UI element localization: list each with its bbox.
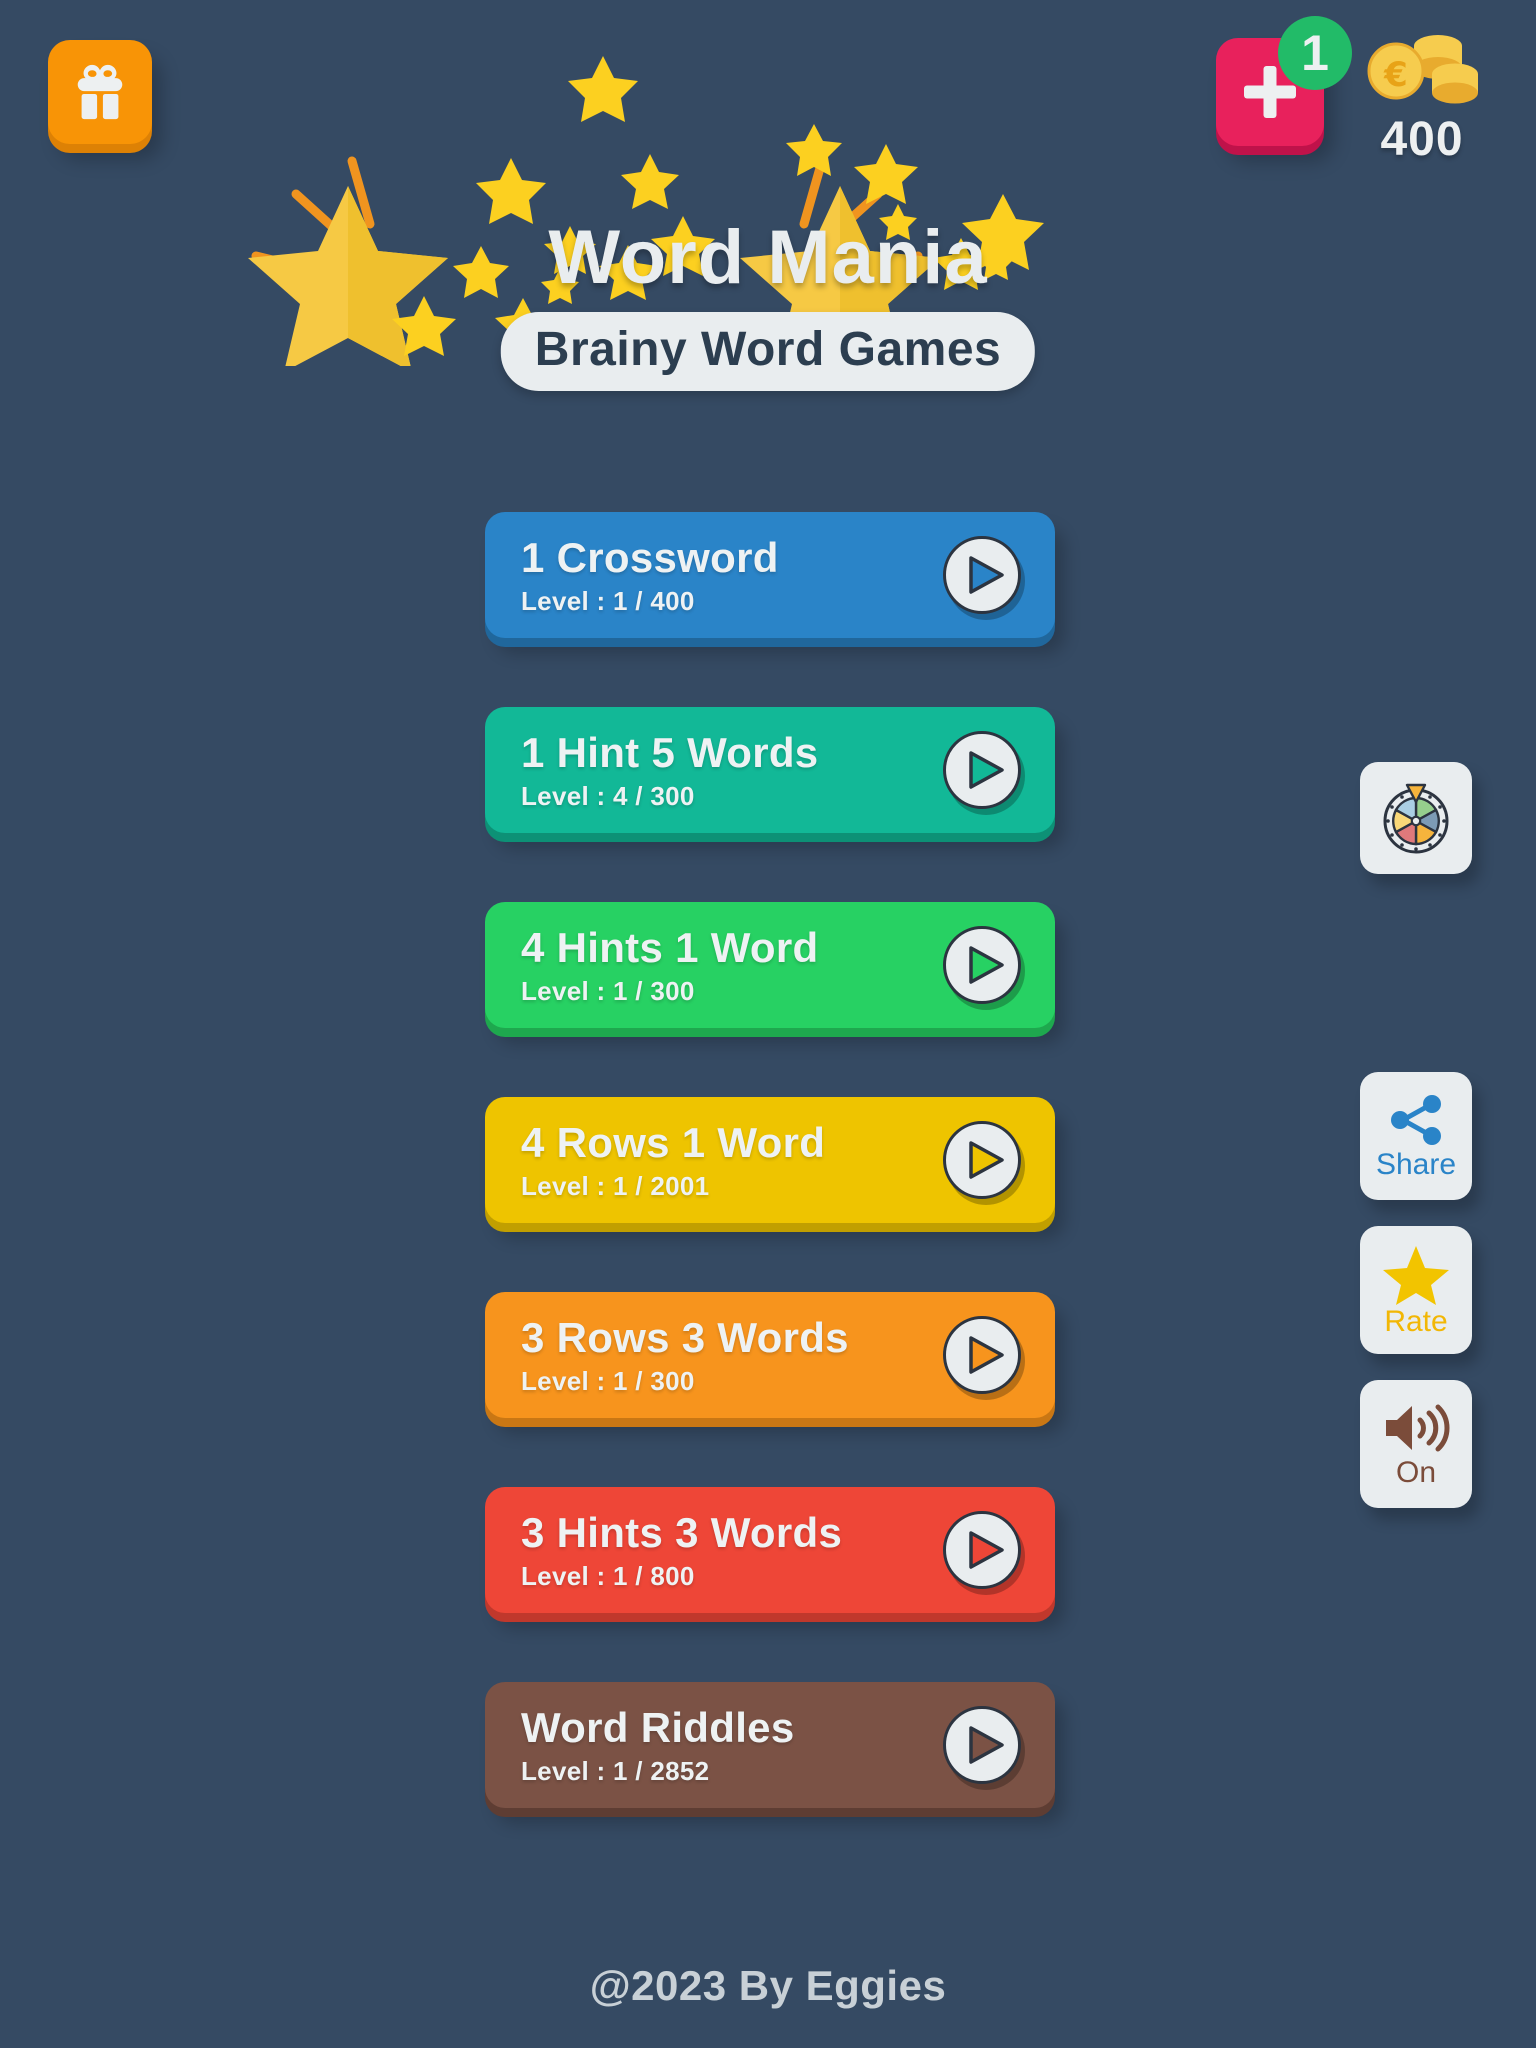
game-mode-button[interactable]: Word Riddles Level : 1 / 2852	[485, 1682, 1055, 1808]
game-mode-labels: Word Riddles Level : 1 / 2852	[521, 1704, 795, 1787]
play-icon	[957, 552, 1008, 598]
play-button[interactable]	[943, 1316, 1021, 1394]
game-mode-title: 4 Rows 1 Word	[521, 1119, 826, 1166]
game-mode-labels: 1 Crossword Level : 1 / 400	[521, 534, 779, 617]
game-mode-list: 1 Crossword Level : 1 / 400 1 Hint 5 Words…	[485, 512, 1055, 1877]
speaker-on-icon	[1382, 1400, 1450, 1456]
game-mode-button[interactable]: 1 Crossword Level : 1 / 400	[485, 512, 1055, 638]
game-mode-button[interactable]: 1 Hint 5 Words Level : 4 / 300	[485, 707, 1055, 833]
logo-subtitle: Brainy Word Games	[534, 323, 1002, 376]
game-mode-level: Level : 1 / 2001	[521, 1171, 710, 1202]
game-mode-title: Word Riddles	[521, 1704, 795, 1751]
game-mode-level: Level : 1 / 400	[521, 586, 695, 617]
logo-subtitle-pill: Brainy Word Games	[500, 312, 1036, 391]
sound-label: On	[1395, 1456, 1437, 1489]
game-mode-title: 3 Rows 3 Words	[521, 1314, 849, 1361]
play-icon	[957, 942, 1008, 988]
game-mode-labels: 4 Rows 1 Word Level : 1 / 2001	[521, 1119, 826, 1202]
game-mode-level: Level : 4 / 300	[521, 781, 695, 812]
share-button[interactable]: Share	[1360, 1072, 1472, 1200]
game-home-screen: 1 € 400 Word Mania Brainy Word Games 1 C…	[0, 0, 1536, 2048]
game-mode-level: Level : 1 / 2852	[521, 1756, 710, 1787]
game-mode-title: 1 Hint 5 Words	[521, 729, 819, 776]
play-icon	[957, 1137, 1008, 1183]
game-mode-labels: 3 Hints 3 Words Level : 1 / 800	[521, 1509, 843, 1592]
game-mode-button[interactable]: 3 Hints 3 Words Level : 1 / 800	[485, 1487, 1055, 1613]
play-icon	[957, 747, 1008, 793]
play-button[interactable]	[943, 1511, 1021, 1589]
share-label: Share	[1375, 1148, 1457, 1181]
sound-toggle-button[interactable]: On	[1360, 1380, 1472, 1508]
share-icon	[1385, 1092, 1447, 1148]
footer-copyright: @2023 By Eggies	[589, 1962, 947, 2009]
game-mode-labels: 3 Rows 3 Words Level : 1 / 300	[521, 1314, 849, 1397]
play-icon	[957, 1332, 1008, 1378]
rate-button[interactable]: Rate	[1360, 1226, 1472, 1354]
play-icon	[957, 1722, 1008, 1768]
play-button[interactable]	[943, 926, 1021, 1004]
star-icon	[1383, 1243, 1449, 1305]
game-mode-button[interactable]: 4 Hints 1 Word Level : 1 / 300	[485, 902, 1055, 1028]
game-logo: Word Mania Brainy Word Games	[0, 36, 1536, 391]
rate-label: Rate	[1384, 1305, 1448, 1338]
game-mode-level: Level : 1 / 800	[521, 1561, 695, 1592]
game-mode-labels: 4 Hints 1 Word Level : 1 / 300	[521, 924, 819, 1007]
play-button[interactable]	[943, 1121, 1021, 1199]
game-mode-title: 4 Hints 1 Word	[521, 924, 819, 971]
play-button[interactable]	[943, 536, 1021, 614]
game-mode-button[interactable]: 4 Rows 1 Word Level : 1 / 2001	[485, 1097, 1055, 1223]
game-mode-title: 3 Hints 3 Words	[521, 1509, 843, 1556]
fortune-wheel-icon	[1377, 779, 1455, 857]
game-mode-title: 1 Crossword	[521, 534, 779, 581]
game-mode-button[interactable]: 3 Rows 3 Words Level : 1 / 300	[485, 1292, 1055, 1418]
game-mode-level: Level : 1 / 300	[521, 976, 695, 1007]
game-mode-labels: 1 Hint 5 Words Level : 4 / 300	[521, 729, 819, 812]
page-title: Word Mania	[548, 215, 988, 300]
spin-wheel-button[interactable]	[1360, 762, 1472, 874]
play-icon	[957, 1527, 1008, 1573]
play-button[interactable]	[943, 1706, 1021, 1784]
game-mode-level: Level : 1 / 300	[521, 1366, 695, 1397]
play-button[interactable]	[943, 731, 1021, 809]
